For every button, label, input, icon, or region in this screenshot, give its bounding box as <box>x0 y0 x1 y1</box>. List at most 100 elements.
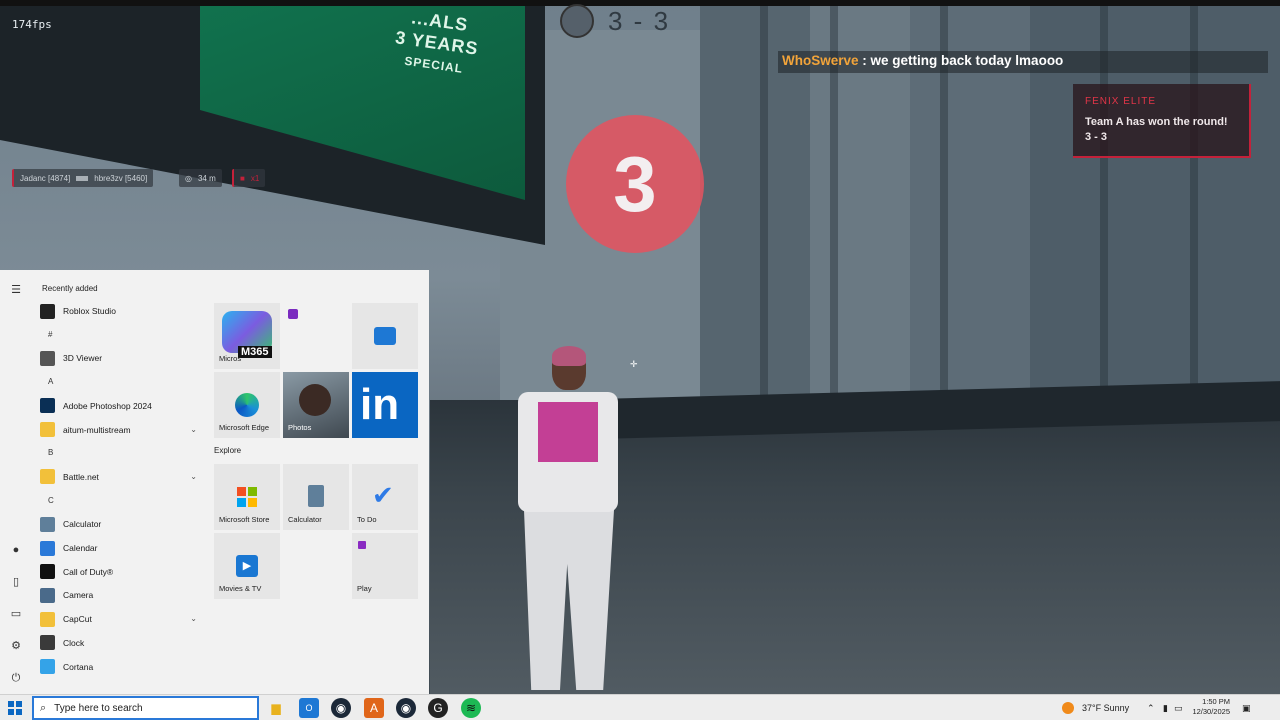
killer-name: Jadanc [4874] <box>20 173 71 183</box>
app-list-item[interactable]: Call of Duty® <box>40 561 205 583</box>
pictures-icon[interactable]: ▭ <box>10 608 22 620</box>
crosshair-icon: ✛ <box>630 359 638 369</box>
killfeed-extra: ■ x1 <box>232 169 266 187</box>
network-icon[interactable]: ▭ <box>1174 695 1183 720</box>
taskbar-search-box[interactable]: ⌕ <box>32 696 259 720</box>
tile-linkedin[interactable]: in <box>352 372 418 438</box>
app-list-item[interactable]: aitum-multistream ⌄ <box>40 419 205 441</box>
app-list-item[interactable]: Adobe Photoshop 2024 <box>40 395 205 417</box>
notice-line: 3 - 3 <box>1085 131 1108 143</box>
tile-label: Calculator <box>288 515 322 524</box>
onenote-icon <box>288 309 298 319</box>
killstreak-text: x1 <box>250 173 260 183</box>
section-letter[interactable]: # <box>48 330 52 339</box>
chevron-down-icon[interactable]: ⌄ <box>190 472 197 481</box>
weather-widget[interactable]: 37°F Sunny <box>1062 695 1129 720</box>
microphone-icon[interactable]: ▮ <box>1163 695 1168 720</box>
tile-to-do[interactable]: ✔ To Do <box>352 464 418 530</box>
taskbar-clock[interactable]: 1:50 PM 12/30/2025 <box>1190 697 1230 717</box>
app-label: Calendar <box>63 543 98 553</box>
start-rail: ☰ ● ▯ ▭ ⚙ ⏻ <box>0 270 32 694</box>
notice-line: Team A has won the round! <box>1085 116 1228 128</box>
taskbar: ⌕ ▆ O ◉ A ◉ G ≋ 37°F Sunny ⌃ ▮ ▭ 1:50 PM… <box>0 694 1280 720</box>
app-list-item[interactable]: CapCut ⌄ <box>40 608 205 630</box>
app-label: Roblox Studio <box>63 306 116 316</box>
cod-icon <box>40 564 55 580</box>
app-list-item[interactable]: Battle.net ⌄ <box>40 466 205 488</box>
building-stripe <box>760 0 768 400</box>
app-label: CapCut <box>63 614 92 625</box>
clock-date: 12/30/2025 <box>1192 707 1230 716</box>
tile-label: To Do <box>357 515 377 524</box>
tile-movies-tv[interactable]: ▶ Movies & TV <box>214 533 280 599</box>
app-list: Recently added Roblox Studio #3D Viewer A A… <box>32 270 210 694</box>
tile-onenote[interactable] <box>283 303 349 369</box>
outlook-taskbar-icon[interactable]: O <box>299 698 319 718</box>
file-explorer-icon[interactable]: ▆ <box>266 698 286 718</box>
camera-icon <box>40 587 55 603</box>
app-list-item[interactable]: 3D Viewer <box>40 347 205 369</box>
billboard-text: ...ALS 3 YEARS SPECIAL <box>391 4 483 81</box>
app-list-item[interactable]: Camera <box>40 584 205 606</box>
folder-icon <box>40 422 55 437</box>
notifications-icon[interactable]: ▣ <box>1242 695 1251 720</box>
app-list-item[interactable]: Calendar <box>40 537 205 559</box>
chevron-down-icon[interactable]: ⌄ <box>190 425 197 434</box>
tile-microsoft-store[interactable]: Microsoft Store <box>214 464 280 530</box>
settings-icon[interactable]: ⚙ <box>10 640 22 652</box>
app-label: Clock <box>63 637 85 648</box>
app-list-item[interactable]: Clock <box>40 632 205 654</box>
tile-label: Microsoft 365 <box>219 354 241 363</box>
chevron-down-icon[interactable]: ⌄ <box>190 614 197 623</box>
chat-separator: : <box>858 53 871 68</box>
victim-name: hbre3zv [5460] <box>94 173 148 183</box>
photo-thumbnail <box>299 384 331 416</box>
app-list-item[interactable]: Cortana <box>40 656 205 678</box>
linkedin-icon: in <box>360 380 400 429</box>
user-icon[interactable]: ● <box>10 544 22 556</box>
windows-start-button[interactable] <box>8 701 22 715</box>
steam-icon-2[interactable]: ◉ <box>396 698 416 718</box>
app-label: 3D Viewer <box>63 353 103 364</box>
section-letter[interactable]: C <box>48 496 54 505</box>
tile-play[interactable]: Play <box>352 533 418 599</box>
tile-label: Photos <box>288 423 312 432</box>
location-pin-icon: ◎ <box>185 173 192 183</box>
steam-icon[interactable]: ◉ <box>331 698 351 718</box>
spotify-icon[interactable]: ≋ <box>461 698 481 718</box>
tile-photos[interactable]: Photos <box>283 372 349 438</box>
gaming-app-icon[interactable]: G <box>428 698 448 718</box>
tile-microsoft-edge[interactable]: Microsoft Edge <box>214 372 280 438</box>
edge-icon <box>235 393 259 417</box>
app-list-item[interactable]: Roblox Studio <box>40 300 205 322</box>
tile-microsoft-365[interactable]: M365 Microsoft 365 <box>214 303 280 369</box>
cortana-icon <box>40 659 55 674</box>
app-label: aitum-multistream <box>63 424 131 435</box>
section-letter[interactable]: B <box>48 448 53 457</box>
hamburger-icon[interactable]: ☰ <box>10 284 22 296</box>
power-icon[interactable]: ⏻ <box>10 672 22 684</box>
aitum-icon[interactable]: A <box>364 698 384 718</box>
photoshop-icon <box>40 398 55 414</box>
sun-icon <box>1062 702 1074 714</box>
folder-icon <box>40 469 55 485</box>
tile-outlook[interactable] <box>352 303 418 369</box>
explore-heading: Explore <box>214 446 242 455</box>
weather-text: 37°F Sunny <box>1082 703 1130 713</box>
app-list-item[interactable]: Calculator <box>40 513 205 535</box>
calculator-icon <box>308 485 324 507</box>
round-notice: FENIX ELITE Team A has won the round! 3 … <box>1073 84 1251 158</box>
m365-badge: M365 <box>238 346 272 358</box>
show-hidden-icons-button[interactable]: ⌃ <box>1147 695 1155 720</box>
movies-icon: ▶ <box>236 555 258 577</box>
tile-label: Play <box>357 584 372 593</box>
search-input[interactable] <box>54 702 235 714</box>
documents-icon[interactable]: ▯ <box>10 576 22 588</box>
calendar-icon <box>40 540 55 556</box>
team-avatar <box>560 4 594 38</box>
tile-label: Movies & TV <box>219 584 262 593</box>
tile-calculator[interactable]: Calculator <box>283 464 349 530</box>
score-text: 3 - 3 <box>608 5 671 36</box>
section-letter[interactable]: A <box>48 377 53 386</box>
gun-icon <box>76 175 89 181</box>
